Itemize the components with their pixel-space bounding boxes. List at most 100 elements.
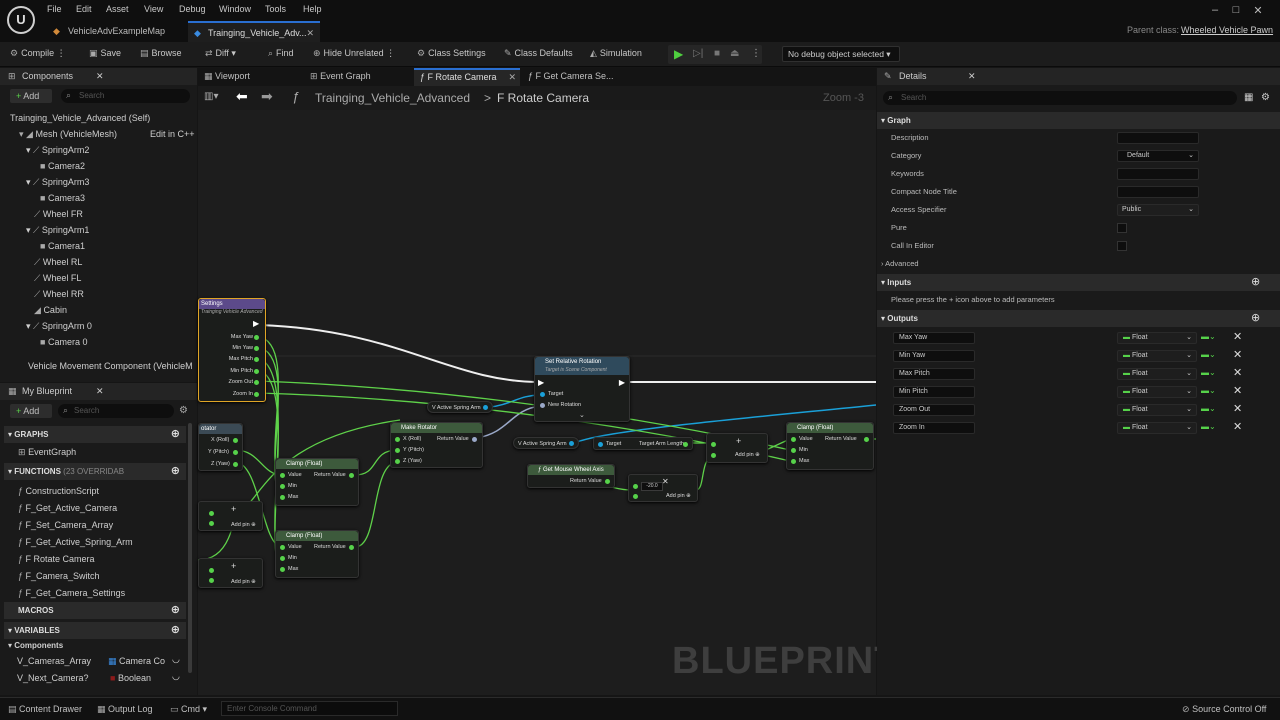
float-pin[interactable] <box>254 357 259 362</box>
float-pin[interactable] <box>209 578 214 583</box>
add-pin-label[interactable]: Add pin ⊕ <box>666 493 691 499</box>
access-specifier-dropdown[interactable]: Public ⌄ <box>1117 204 1199 216</box>
tree-item-wheel-rl[interactable]: ⟋ Wheel RL <box>34 257 82 268</box>
maximize-icon[interactable]: □ <box>1226 4 1246 16</box>
output-name-field[interactable]: Zoom Out <box>893 404 975 416</box>
function-item[interactable]: ƒ F_Get_Active_Spring_Arm <box>18 537 133 547</box>
macros-section[interactable]: MACROS ⊕ <box>4 602 186 619</box>
function-item[interactable]: ƒ F_Set_Camera_Array <box>18 520 113 530</box>
cmd-dropdown[interactable]: ▭ Cmd ▾ <box>170 704 207 715</box>
add-graph-icon[interactable]: ⊕ <box>171 426 180 443</box>
close-components-icon[interactable]: ✕ <box>96 68 104 85</box>
step-icon[interactable]: ▷| <box>693 48 703 59</box>
tree-item-springarm1[interactable]: ▾ ⟋ SpringArm1 <box>26 225 89 236</box>
output-type-dropdown[interactable]: ▬ Float ⌄ <box>1117 404 1197 416</box>
container-type-icon[interactable]: ▬⌄ <box>1201 368 1216 377</box>
function-item[interactable]: ƒ F_Camera_Switch <box>18 571 100 581</box>
float-pin[interactable] <box>633 484 638 489</box>
output-type-dropdown[interactable]: ▬ Float ⌄ <box>1117 422 1197 434</box>
output-name-field[interactable]: Max Yaw <box>893 332 975 344</box>
add-input-icon[interactable]: ⊕ <box>1251 274 1260 291</box>
function-item[interactable]: ƒ F_Get_Camera_Settings <box>18 588 125 598</box>
simulation-button[interactable]: ◭ Simulation <box>590 48 642 59</box>
call-in-editor-checkbox[interactable] <box>1117 241 1127 251</box>
variable-get-node[interactable]: V Active Spring Arm <box>513 437 579 449</box>
container-type-icon[interactable]: ▬⌄ <box>1201 404 1216 413</box>
back-arrow-icon[interactable]: ⬅ <box>236 88 248 105</box>
advanced-expander[interactable]: › Advanced <box>877 255 1272 273</box>
output-type-dropdown[interactable]: ▬ Float ⌄ <box>1117 332 1197 344</box>
tab-event-graph[interactable]: ⊞ Event Graph <box>310 71 371 82</box>
break-rotator-node[interactable]: otator X (Roll) Y (Pitch) Z (Yaw) <box>198 423 243 471</box>
play-options-icon[interactable]: ⋮ <box>751 48 761 59</box>
object-pin[interactable] <box>569 441 574 446</box>
output-type-dropdown[interactable]: ▬ Float ⌄ <box>1117 368 1197 380</box>
tree-item-self[interactable]: Trainging_Vehicle_Advanced (Self) <box>10 113 150 123</box>
add-node[interactable]: + Add pin ⊕ <box>706 433 768 463</box>
add-output-icon[interactable]: ⊕ <box>1251 310 1260 327</box>
close-details-icon[interactable]: ✕ <box>968 68 976 85</box>
pure-checkbox[interactable] <box>1117 223 1127 233</box>
add-member-button[interactable]: + Add <box>10 404 52 418</box>
expand-chevron-icon[interactable]: ⌄ <box>579 411 585 419</box>
graph-options-icon[interactable]: ▥▾ <box>204 91 218 102</box>
float-pin[interactable] <box>209 511 214 516</box>
float-pin[interactable] <box>233 462 238 467</box>
inputs-section[interactable]: ▾ Inputs ⊕ <box>877 274 1280 291</box>
float-pin[interactable] <box>280 567 285 572</box>
float-pin[interactable] <box>254 335 259 340</box>
add-macro-icon[interactable]: ⊕ <box>171 602 180 619</box>
tree-item-springarm2[interactable]: ▾ ⟋ SpringArm2 <box>26 145 89 156</box>
float-pin[interactable] <box>683 442 688 447</box>
close-window-icon[interactable]: ✕ <box>1248 4 1268 17</box>
float-pin[interactable] <box>254 380 259 385</box>
description-field[interactable] <box>1117 132 1199 144</box>
float-pin[interactable] <box>605 479 610 484</box>
float-pin[interactable] <box>395 448 400 453</box>
source-control-button[interactable]: ⊘ Source Control Off <box>1182 704 1266 715</box>
debug-object-dropdown[interactable]: No debug object selected ▾ <box>782 46 900 62</box>
functions-section[interactable]: ▾ FUNCTIONS (23 OVERRIDAB ⊕ <box>4 463 186 480</box>
set-target-arm-length-node[interactable]: Target Target Arm Length <box>593 437 693 450</box>
float-pin[interactable] <box>633 494 638 499</box>
add-pin-label[interactable]: Add pin ⊕ <box>735 452 760 458</box>
menu-window[interactable]: Window <box>219 4 251 14</box>
float-pin[interactable] <box>233 450 238 455</box>
eject-icon[interactable]: ⏏ <box>730 48 739 59</box>
compact-title-field[interactable] <box>1117 186 1199 198</box>
float-pin[interactable] <box>254 346 259 351</box>
diff-button[interactable]: ⇄ Diff ▾ <box>205 48 236 59</box>
object-pin[interactable] <box>598 442 603 447</box>
variables-section[interactable]: ▾ VARIABLES ⊕ <box>4 622 186 639</box>
float-pin[interactable] <box>349 545 354 550</box>
remove-output-icon[interactable]: ✕ <box>1233 366 1242 379</box>
class-settings-button[interactable]: ⚙ Class Settings <box>417 48 486 59</box>
clamp-float-node[interactable]: Clamp (Float) Value Return Value Min Max <box>786 422 874 470</box>
add-variable-icon[interactable]: ⊕ <box>171 622 180 639</box>
container-type-icon[interactable]: ▬⌄ <box>1201 350 1216 359</box>
float-pin[interactable] <box>254 369 259 374</box>
rotator-pin[interactable] <box>540 403 545 408</box>
content-drawer-button[interactable]: ▤ Content Drawer <box>8 704 82 715</box>
minimize-icon[interactable]: – <box>1205 4 1225 16</box>
doc-tab-blueprint[interactable]: ◆ Trainging_Vehicle_Adv... ✕ <box>188 21 320 42</box>
float-pin[interactable] <box>233 438 238 443</box>
variable-type[interactable]: ■ Boolean <box>110 673 151 683</box>
rotator-pin[interactable] <box>472 437 477 442</box>
make-rotator-node[interactable]: Make Rotator X (Roll) Return Value Y (Pi… <box>390 422 483 468</box>
exec-pin-icon[interactable]: ▶ <box>253 319 259 328</box>
menu-help[interactable]: Help <box>303 4 322 14</box>
close-my-blueprint-icon[interactable]: ✕ <box>96 383 104 400</box>
table-view-icon[interactable]: ▦ <box>1244 92 1253 103</box>
scrollbar[interactable] <box>188 423 192 673</box>
tree-item-camera0[interactable]: ■ Camera 0 <box>40 337 87 347</box>
float-pin[interactable] <box>711 453 716 458</box>
float-pin[interactable] <box>254 392 259 397</box>
output-type-dropdown[interactable]: ▬ Float ⌄ <box>1117 350 1197 362</box>
float-pin[interactable] <box>395 437 400 442</box>
remove-output-icon[interactable]: ✕ <box>1233 384 1242 397</box>
clamp-float-node[interactable]: Clamp (Float) Value Return Value Min Max <box>275 530 359 578</box>
multiply-value-input[interactable]: -20.0 <box>641 482 663 491</box>
float-pin[interactable] <box>711 442 716 447</box>
eye-icon[interactable]: ◡ <box>172 654 180 665</box>
